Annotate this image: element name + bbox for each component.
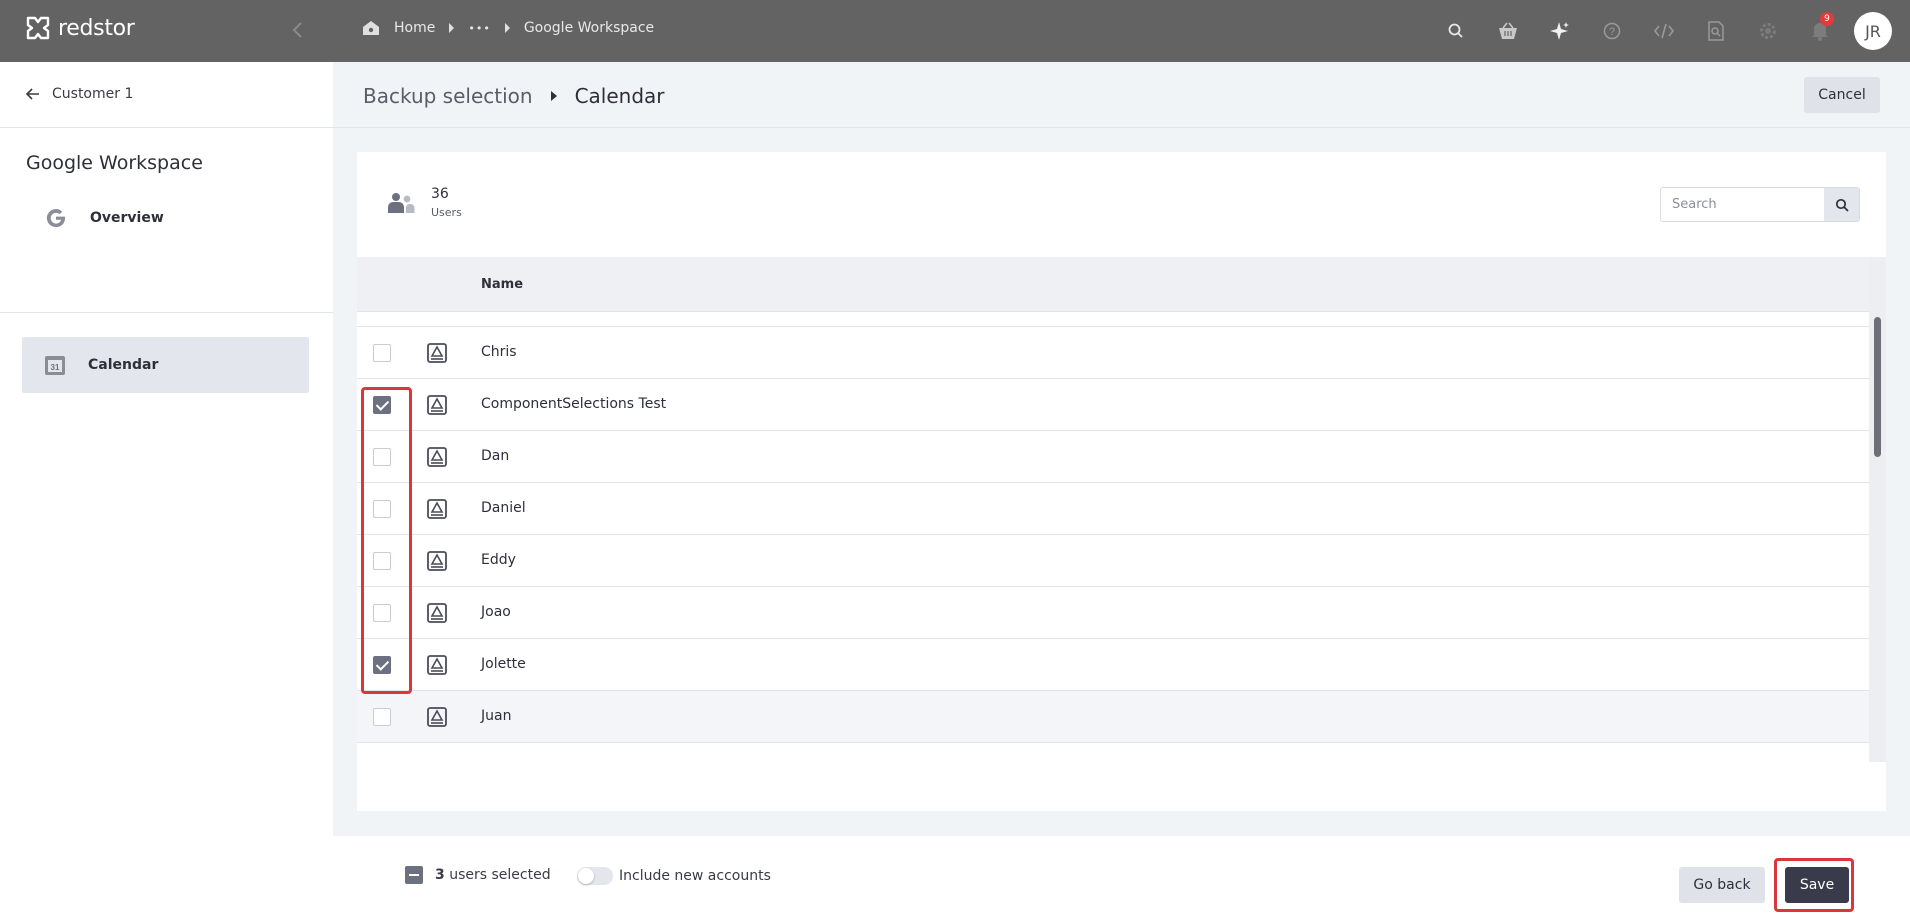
table-row[interactable]: Joao bbox=[357, 587, 1869, 639]
collapse-sidebar-icon[interactable] bbox=[286, 18, 310, 42]
avatar[interactable]: JR bbox=[1854, 12, 1892, 50]
basket-icon[interactable] bbox=[1482, 0, 1534, 62]
page-title: Backup selection Calendar bbox=[363, 84, 665, 108]
search-box bbox=[1660, 187, 1860, 222]
sparkle-icon[interactable] bbox=[1534, 0, 1586, 62]
users-icon bbox=[388, 192, 415, 213]
google-drive-user-icon bbox=[427, 343, 447, 363]
row-name: Eddy bbox=[481, 552, 516, 568]
help-icon[interactable]: ? bbox=[1586, 0, 1638, 62]
include-new-accounts-label: Include new accounts bbox=[619, 868, 771, 884]
google-drive-user-icon bbox=[427, 551, 447, 571]
notification-badge: 9 bbox=[1820, 12, 1834, 26]
cancel-button[interactable]: Cancel bbox=[1804, 77, 1880, 113]
selected-label: users selected bbox=[449, 867, 551, 883]
users-label: Users bbox=[431, 206, 462, 219]
column-header-name[interactable]: Name bbox=[481, 277, 523, 292]
google-drive-user-icon bbox=[427, 707, 447, 727]
chevron-right-icon bbox=[550, 91, 557, 101]
search-icon[interactable] bbox=[1430, 0, 1482, 62]
scrollbar-thumb[interactable] bbox=[1874, 317, 1881, 457]
sidebar-divider bbox=[0, 127, 333, 128]
table-row[interactable]: ComponentSelections Test bbox=[357, 379, 1869, 431]
row-name: Chris bbox=[481, 344, 517, 360]
table-header: Name bbox=[357, 257, 1869, 312]
row-name: Jolette bbox=[481, 656, 526, 672]
google-drive-user-icon bbox=[427, 655, 447, 675]
table-row[interactable]: Daniel bbox=[357, 483, 1869, 535]
selection-card: 36 Users Name Chris bbox=[357, 152, 1886, 811]
arrow-left-icon bbox=[26, 88, 39, 100]
go-back-button[interactable]: Go back bbox=[1679, 867, 1765, 903]
page-title-parent[interactable]: Backup selection bbox=[363, 84, 533, 108]
search-input[interactable] bbox=[1661, 188, 1824, 221]
users-summary: 36 Users bbox=[387, 186, 462, 219]
sidebar-item-label: Overview bbox=[90, 210, 164, 226]
sidebar-divider bbox=[0, 312, 333, 313]
settings-icon[interactable] bbox=[1742, 0, 1794, 62]
code-icon[interactable] bbox=[1638, 0, 1690, 62]
home-icon[interactable] bbox=[362, 20, 380, 36]
breadcrumb-ellipsis[interactable]: ••• bbox=[468, 22, 490, 35]
logo-text: redstor bbox=[58, 15, 135, 41]
include-new-accounts-toggle[interactable] bbox=[577, 867, 613, 885]
search-button[interactable] bbox=[1824, 188, 1859, 221]
users-count: 36 bbox=[431, 186, 449, 202]
page-title-current: Calendar bbox=[574, 84, 665, 108]
redstor-logo[interactable]: redstor bbox=[24, 14, 135, 42]
search-icon bbox=[1835, 198, 1849, 212]
table-body[interactable]: Chris ComponentSelections Test Dan Danie… bbox=[357, 312, 1869, 762]
redstor-logo-icon bbox=[26, 16, 50, 40]
selection-summary: 3 users selected bbox=[435, 867, 551, 883]
include-new-accounts: Include new accounts bbox=[577, 867, 771, 885]
sidebar: Customer 1 Google Workspace Overview 31 … bbox=[0, 62, 333, 923]
bell-icon[interactable]: 9 bbox=[1794, 0, 1846, 62]
sidebar-item-overview[interactable]: Overview bbox=[22, 190, 309, 246]
google-drive-user-icon bbox=[427, 603, 447, 623]
row-name: Daniel bbox=[481, 500, 526, 516]
table-row[interactable]: Jolette bbox=[357, 639, 1869, 691]
table-scrollbar[interactable] bbox=[1869, 257, 1886, 762]
row-name: Joao bbox=[481, 604, 511, 620]
sidebar-title: Google Workspace bbox=[26, 152, 203, 174]
table-row[interactable]: Chris bbox=[357, 327, 1869, 379]
back-link-label: Customer 1 bbox=[52, 86, 134, 102]
top-bar: redstor Home ••• Google Workspace ? 9 JR bbox=[0, 0, 1910, 62]
google-drive-user-icon bbox=[427, 447, 447, 467]
select-all-checkbox[interactable] bbox=[405, 866, 423, 884]
page-header: Backup selection Calendar Cancel bbox=[333, 62, 1910, 128]
svg-text:?: ? bbox=[1609, 26, 1615, 38]
google-icon bbox=[46, 209, 65, 228]
back-to-customer-link[interactable]: Customer 1 bbox=[26, 86, 133, 102]
inspect-icon[interactable] bbox=[1690, 0, 1742, 62]
table-row[interactable]: Eddy bbox=[357, 535, 1869, 587]
selected-count: 3 bbox=[435, 867, 445, 883]
breadcrumb-separator-icon bbox=[449, 23, 455, 33]
sidebar-item-calendar[interactable]: 31 Calendar bbox=[22, 337, 309, 393]
save-highlight-box bbox=[1774, 858, 1854, 912]
breadcrumb-separator-icon bbox=[504, 23, 510, 33]
checkbox-highlight-box bbox=[361, 387, 412, 694]
table-row[interactable] bbox=[357, 312, 1869, 327]
sidebar-item-label: Calendar bbox=[88, 357, 159, 373]
footer-bar: 3 users selected Include new accounts Go… bbox=[333, 836, 1910, 923]
google-drive-user-icon bbox=[427, 499, 447, 519]
table-row[interactable]: Dan bbox=[357, 431, 1869, 483]
breadcrumb-current: Google Workspace bbox=[523, 20, 655, 36]
table-row[interactable]: Juan bbox=[357, 691, 1869, 743]
breadcrumb: Home ••• Google Workspace bbox=[362, 20, 654, 36]
calendar-icon: 31 bbox=[45, 356, 65, 375]
users-table: Name Chris ComponentSelections Test Dan … bbox=[357, 257, 1886, 762]
svg-text:31: 31 bbox=[51, 363, 60, 372]
google-drive-user-icon bbox=[427, 395, 447, 415]
row-checkbox[interactable] bbox=[373, 708, 391, 726]
row-checkbox[interactable] bbox=[373, 344, 391, 362]
row-name: Dan bbox=[481, 448, 510, 464]
row-name: ComponentSelections Test bbox=[481, 396, 667, 412]
selection-info: 3 users selected bbox=[405, 866, 551, 884]
top-toolbar: ? 9 JR bbox=[1430, 0, 1910, 62]
row-name: Juan bbox=[481, 708, 512, 724]
breadcrumb-home[interactable]: Home bbox=[394, 20, 435, 36]
